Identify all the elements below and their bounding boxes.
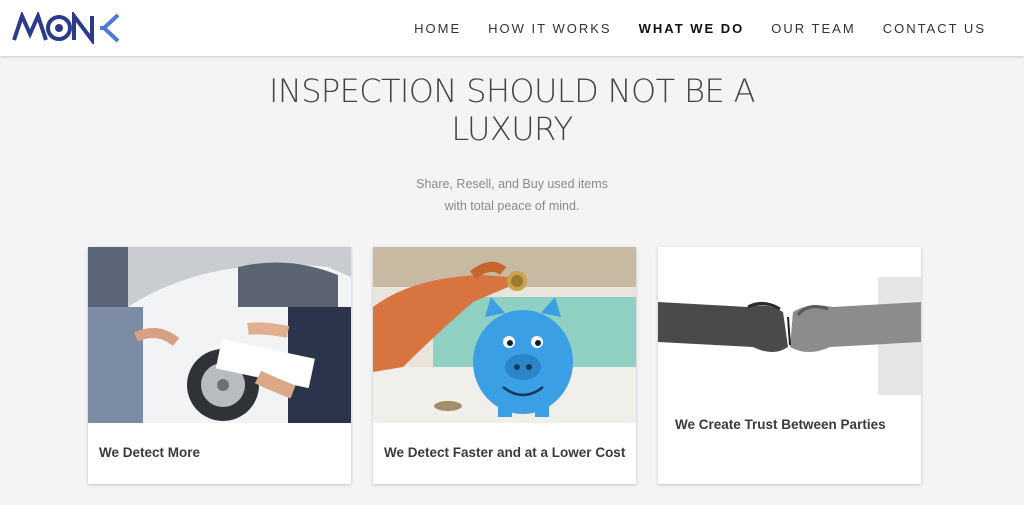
- hero-title: INSPECTION SHOULD NOT BE A LUXURY: [212, 72, 812, 148]
- hero-subtitle-line1: Share, Resell, and Buy used items: [416, 177, 608, 191]
- top-navbar: HOME HOW IT WORKS WHAT WE DO OUR TEAM CO…: [0, 0, 1024, 56]
- feature-card-detect-more[interactable]: We Detect More: [88, 247, 351, 484]
- main-nav: HOME HOW IT WORKS WHAT WE DO OUR TEAM CO…: [387, 0, 986, 56]
- nav-our-team[interactable]: OUR TEAM: [771, 21, 855, 36]
- car-inspection-photo: [88, 247, 351, 423]
- card-caption: We Detect Faster and at a Lower Cost: [384, 445, 626, 460]
- hero-subtitle: Share, Resell, and Buy used items with t…: [312, 173, 712, 217]
- hero-title-line2: LUXURY: [451, 110, 573, 148]
- fist-bump-photo: [658, 247, 921, 395]
- hero-title-line1: INSPECTION SHOULD NOT BE A: [269, 72, 756, 110]
- feature-card-faster-lower-cost[interactable]: We Detect Faster and at a Lower Cost: [373, 247, 636, 484]
- monk-logo[interactable]: [12, 10, 120, 46]
- piggy-bank-photo: [373, 247, 636, 423]
- card-caption: We Detect More: [99, 445, 201, 460]
- nav-home[interactable]: HOME: [414, 21, 461, 36]
- nav-what-we-do[interactable]: WHAT WE DO: [639, 21, 745, 36]
- nav-how-it-works[interactable]: HOW IT WORKS: [488, 21, 611, 36]
- feature-card-trust[interactable]: We Create Trust Between Parties: [658, 247, 921, 484]
- card-caption: We Create Trust Between Parties: [675, 417, 886, 432]
- hero-subtitle-line2: with total peace of mind.: [444, 199, 580, 213]
- nav-contact-us[interactable]: CONTACT US: [883, 21, 986, 36]
